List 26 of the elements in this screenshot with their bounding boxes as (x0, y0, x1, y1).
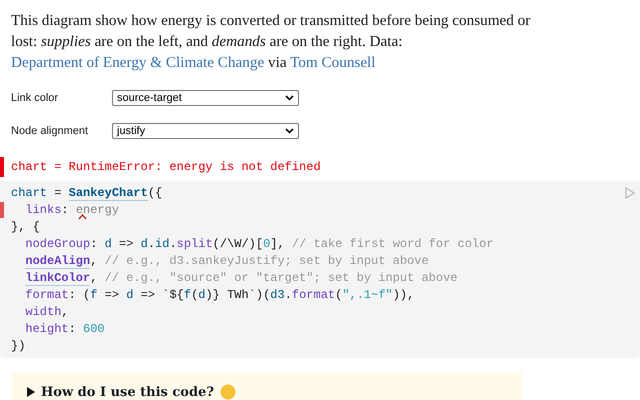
emoji-icon (220, 384, 236, 400)
dropdown-select[interactable]: justify (112, 123, 299, 139)
chevron-icon (285, 128, 294, 134)
code-line: links: energy (25, 202, 120, 216)
code-line: linkColor, // e.g., "source" or "target"; set by input above (25, 270, 458, 284)
code-line: width, (25, 304, 69, 318)
intro-paragraph: This diagram show how energy is converted or transmitted before being consumed or lost: supplies are on the left, and demands are on the right. Data: Department of Energy & Climate Change via Tom Counsell (11, 11, 532, 73)
code-line: nodeGroup: d => d.id.split(/\W/)[0], // take first word for color (25, 236, 494, 250)
code-line: nodeAlign, // e.g., d3.sankeyJustify; set by input above (25, 254, 429, 268)
chevron-icon (285, 95, 294, 101)
code-line: height: 600 (25, 322, 105, 336)
caret-icon (78, 214, 87, 220)
code-line: }, { (11, 220, 40, 234)
dropdown-select[interactable]: source-target (112, 90, 299, 106)
code-line: }) (11, 338, 26, 352)
source-link[interactable]: Tom Counsell (290, 54, 376, 71)
details-panel[interactable]: How do I use this code? (12, 372, 522, 400)
details-summary[interactable]: How do I use this code? (41, 384, 214, 400)
error-message: chart = RuntimeError: energy is not defined (11, 160, 321, 174)
disclosure-triangle-icon (26, 387, 35, 397)
code-line: format: (f => d => `${f(d)} TWh`)(d3.format(",.1~f")), (25, 288, 414, 302)
run-icon[interactable] (625, 187, 635, 199)
source-link[interactable]: Department of Energy & Climate Change (11, 54, 264, 71)
code-line: chart = SankeyChart({ (11, 186, 162, 200)
input-label: Node alignment (11, 125, 90, 137)
input-label: Link color (11, 92, 60, 104)
